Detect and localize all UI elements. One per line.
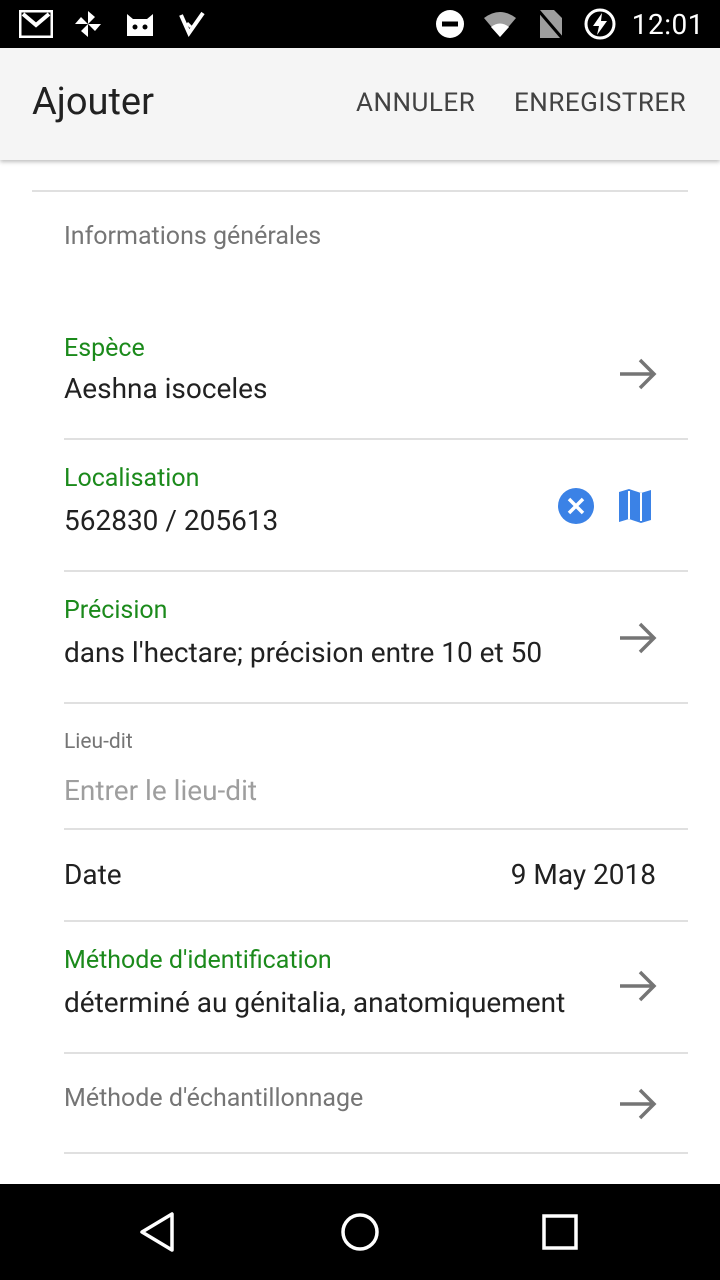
pinwheel-icon <box>70 6 106 42</box>
wifi-icon <box>482 6 518 42</box>
inbox-check-icon <box>174 6 210 42</box>
home-icon[interactable] <box>336 1208 384 1256</box>
android-icon <box>122 6 158 42</box>
section-title: Informations générales <box>64 222 322 251</box>
map-icon[interactable] <box>618 488 652 524</box>
lieu-dit-input[interactable]: Entrer le lieu-dit <box>64 774 664 807</box>
clear-icon[interactable] <box>558 488 594 524</box>
date-row[interactable]: Date 9 May 2018 <box>64 830 688 922</box>
app-bar: Ajouter ANNULER ENREGISTRER <box>0 48 720 160</box>
methode-identification-value: déterminé au génitalia, anatomiquement <box>64 986 566 1019</box>
gmail-icon <box>18 6 54 42</box>
espece-value: Aeshna isoceles <box>64 372 268 405</box>
battery-charging-icon <box>582 6 618 42</box>
methode-identification-label: Méthode d'identification <box>64 946 332 975</box>
no-sim-icon <box>532 6 568 42</box>
methode-echantillonnage-row[interactable]: Méthode d'échantillonnage <box>64 1054 688 1154</box>
divider <box>32 190 688 192</box>
arrow-right-icon[interactable] <box>616 964 660 1008</box>
status-time: 12:01 <box>631 7 704 41</box>
cancel-button[interactable]: ANNULER <box>356 88 475 118</box>
lieu-dit-label: Lieu-dit <box>64 730 133 754</box>
arrow-right-icon[interactable] <box>616 1082 660 1126</box>
do-not-disturb-icon <box>432 6 468 42</box>
date-value[interactable]: 9 May 2018 <box>511 858 656 891</box>
espece-label: Espèce <box>64 334 145 363</box>
precision-value: dans l'hectare; précision entre 10 et 50 <box>64 636 543 669</box>
methode-echantillonnage-label: Méthode d'échantillonnage <box>64 1084 364 1113</box>
arrow-right-icon[interactable] <box>616 352 660 396</box>
localisation-row[interactable]: Localisation 562830 / 205613 <box>64 440 688 572</box>
precision-row[interactable]: Précision dans l'hectare; précision entr… <box>64 572 688 704</box>
localisation-value: 562830 / 205613 <box>64 504 279 537</box>
navigation-bar <box>0 1184 720 1280</box>
methode-identification-row[interactable]: Méthode d'identification déterminé au gé… <box>64 922 688 1054</box>
espece-row[interactable]: Espèce Aeshna isoceles <box>64 306 688 440</box>
form-content[interactable]: Informations générales Espèce Aeshna iso… <box>0 160 720 1184</box>
localisation-label: Localisation <box>64 464 200 493</box>
precision-label: Précision <box>64 596 168 625</box>
status-bar: 12:01 <box>0 0 720 48</box>
back-icon[interactable] <box>136 1208 184 1256</box>
arrow-right-icon[interactable] <box>616 616 660 660</box>
page-title: Ajouter <box>32 80 154 124</box>
lieu-dit-row[interactable]: Lieu-dit Entrer le lieu-dit <box>64 704 688 830</box>
date-label: Date <box>64 858 122 891</box>
recents-icon[interactable] <box>536 1208 584 1256</box>
save-button[interactable]: ENREGISTRER <box>514 88 686 118</box>
